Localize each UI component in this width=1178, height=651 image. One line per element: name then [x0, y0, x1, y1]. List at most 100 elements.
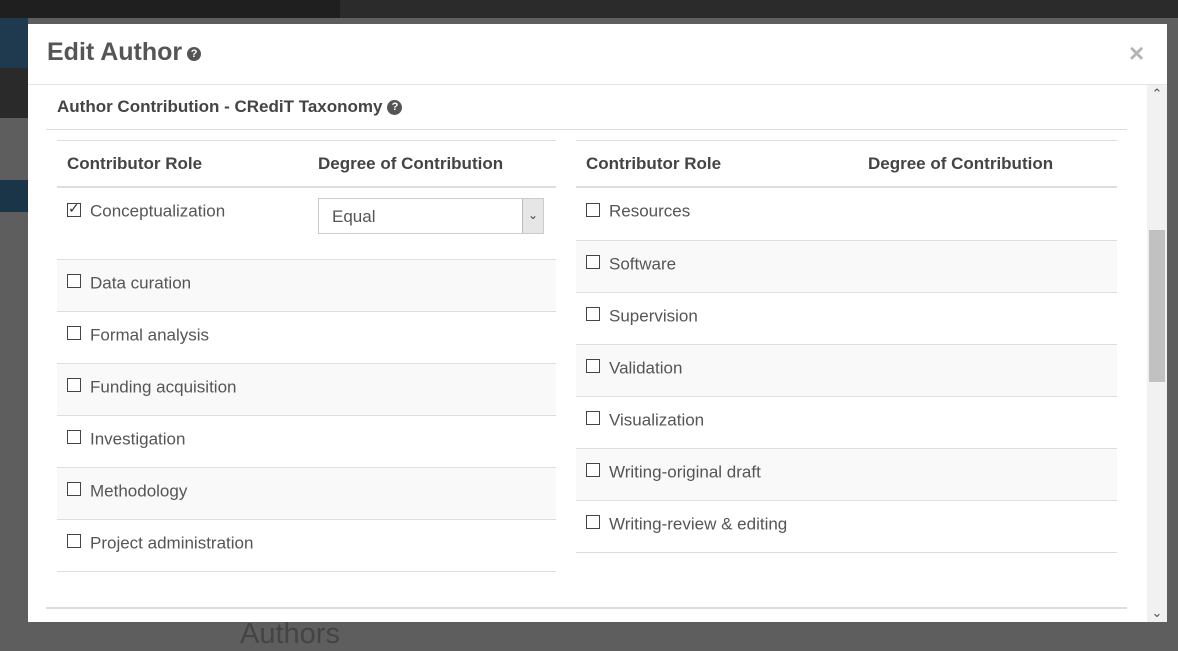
chevron-down-icon[interactable]: ⌄: [1147, 604, 1167, 622]
role-checkbox[interactable]: [586, 255, 600, 270]
role-cell: Methodology: [57, 467, 308, 520]
role-checkbox[interactable]: [67, 200, 81, 217]
role-checkbox[interactable]: [67, 482, 81, 497]
role-label: Data curation: [90, 273, 192, 293]
edit-author-modal: Edit Author? × Author Contribution - CRe…: [28, 24, 1167, 622]
role-checkbox[interactable]: [67, 534, 81, 549]
column-header-role: Contributor Role: [57, 140, 308, 188]
role-checkbox[interactable]: [586, 515, 600, 530]
role-cell: Funding acquisition: [57, 363, 308, 416]
role-label: Project administration: [90, 533, 254, 553]
table-row: Methodology: [57, 467, 556, 520]
table-row: Data curation: [57, 259, 556, 312]
role-cell: Supervision: [576, 292, 858, 345]
role-checkbox[interactable]: [586, 202, 600, 217]
role-checkbox[interactable]: [67, 378, 81, 393]
background-sidebar-active: [0, 180, 28, 212]
table-row: Resources: [576, 187, 1117, 241]
role-checkbox[interactable]: [67, 430, 81, 445]
contributor-roles-table-left: Contributor Role Degree of Contribution …: [57, 140, 556, 572]
role-cell: Writing-review & editing: [576, 500, 858, 553]
section-title-text: Author Contribution - CRediT Taxonomy: [57, 97, 383, 116]
role-cell: Resources: [576, 187, 858, 241]
role-label: Software: [609, 254, 677, 274]
question-circle-icon[interactable]: ?: [387, 100, 403, 116]
degree-cell: [858, 500, 1117, 553]
degree-cell: [308, 415, 556, 468]
role-checkbox[interactable]: [586, 307, 600, 322]
role-label: Validation: [609, 358, 683, 378]
degree-select[interactable]: Equal ⌄: [318, 198, 544, 234]
table-row: Conceptualization Equal ⌄: [57, 187, 556, 260]
modal-scrollbar[interactable]: ⌃ ⌄: [1147, 85, 1167, 622]
section-divider-bottom: [46, 607, 1127, 609]
section-divider: [46, 129, 1127, 130]
role-checkbox[interactable]: [586, 359, 600, 374]
table-row: Project administration: [57, 519, 556, 572]
contributor-roles-table-right: Contributor Role Degree of Contribution …: [576, 140, 1117, 553]
role-cell: Data curation: [57, 259, 308, 312]
role-label: Investigation: [90, 429, 186, 449]
degree-cell: [308, 311, 556, 364]
degree-cell: [308, 467, 556, 520]
role-cell: Project administration: [57, 519, 308, 572]
degree-cell: [308, 259, 556, 312]
background-nav-secondary: [0, 68, 28, 118]
table-row: Writing-original draft: [576, 448, 1117, 501]
degree-cell: [858, 396, 1117, 449]
degree-cell: [308, 363, 556, 416]
column-header-degree: Degree of Contribution: [308, 140, 556, 188]
role-label: Resources: [609, 201, 691, 221]
column-header-role: Contributor Role: [576, 140, 858, 188]
role-cell: Validation: [576, 344, 858, 397]
degree-select-value: Equal: [332, 207, 376, 226]
table-row: Visualization: [576, 396, 1117, 449]
table-row: Funding acquisition: [57, 363, 556, 416]
chevron-down-icon[interactable]: ⌄: [522, 199, 543, 233]
table-row: Investigation: [57, 415, 556, 468]
scrollbar-thumb[interactable]: [1149, 230, 1165, 382]
role-label: Methodology: [90, 481, 188, 501]
column-header-degree: Degree of Contribution: [858, 140, 1117, 188]
role-cell: Investigation: [57, 415, 308, 468]
modal-title: Edit Author?: [47, 38, 202, 67]
degree-cell: [858, 187, 1117, 241]
role-checkbox[interactable]: [67, 274, 81, 289]
degree-cell: Equal ⌄: [308, 187, 556, 260]
role-label: Writing-review & editing: [609, 514, 788, 534]
modal-title-text: Edit Author: [47, 38, 183, 66]
role-cell: Writing-original draft: [576, 448, 858, 501]
role-label: Formal analysis: [90, 325, 210, 345]
degree-cell: [858, 292, 1117, 345]
role-cell: Visualization: [576, 396, 858, 449]
role-checkbox[interactable]: [586, 463, 600, 478]
role-cell: Software: [576, 240, 858, 293]
role-label: Funding acquisition: [90, 377, 237, 397]
table-row: Supervision: [576, 292, 1117, 345]
role-cell: Formal analysis: [57, 311, 308, 364]
degree-cell: [858, 448, 1117, 501]
table-row: Software: [576, 240, 1117, 293]
background-topbar: [0, 0, 1178, 18]
role-label: Writing-original draft: [609, 462, 761, 482]
degree-cell: [308, 519, 556, 572]
question-circle-icon[interactable]: ?: [187, 47, 202, 62]
section-title: Author Contribution - CRediT Taxonomy?: [57, 97, 403, 117]
role-checkbox[interactable]: [586, 411, 600, 426]
chevron-up-icon[interactable]: ⌃: [1147, 85, 1167, 103]
background-nav: [0, 18, 28, 68]
table-row: Writing-review & editing: [576, 500, 1117, 553]
modal-header: Edit Author? ×: [28, 24, 1167, 85]
table-row: Validation: [576, 344, 1117, 397]
close-icon[interactable]: ×: [1129, 38, 1144, 69]
degree-cell: [858, 344, 1117, 397]
role-label: Conceptualization: [90, 201, 226, 221]
role-label: Visualization: [609, 410, 705, 430]
role-cell: Conceptualization: [57, 187, 308, 260]
background-footer-heading: Authors: [240, 618, 340, 650]
role-checkbox[interactable]: [67, 326, 81, 341]
role-label: Supervision: [609, 306, 698, 326]
modal-body: Author Contribution - CRediT Taxonomy? C…: [28, 85, 1167, 622]
degree-cell: [858, 240, 1117, 293]
table-row: Formal analysis: [57, 311, 556, 364]
